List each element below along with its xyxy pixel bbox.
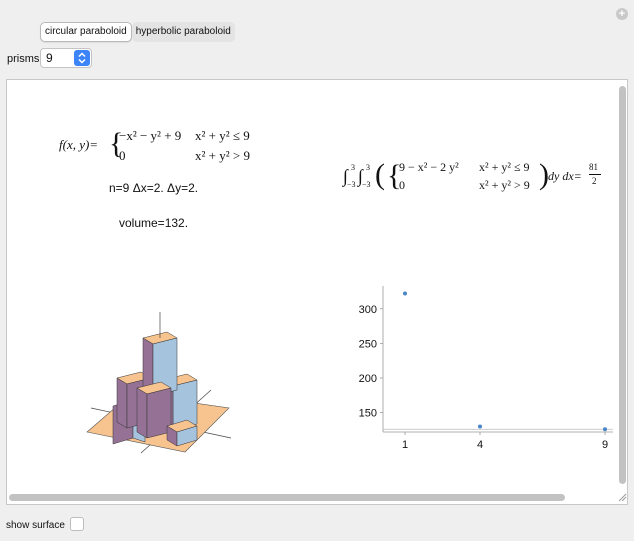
resize-handle-icon[interactable] — [617, 492, 627, 502]
chevron-updown-icon — [74, 50, 90, 66]
prism-3d-plot[interactable] — [81, 298, 241, 458]
function-lhs: f(x, y)= — [59, 137, 99, 152]
horizontal-scrollbar[interactable] — [9, 494, 565, 501]
show-surface-label: show surface — [6, 520, 65, 531]
data-point — [403, 291, 407, 296]
output-panel: f(x, y)= { −x² − y² + 9 x² + y² ≤ 9 0 x²… — [6, 79, 628, 505]
y-tick-label: 300 — [359, 304, 377, 316]
show-surface-checkbox[interactable] — [70, 517, 84, 531]
case1-expr: −x² − y² + 9 — [119, 128, 182, 143]
fraction-bar — [589, 174, 601, 175]
y-tick-label: 150 — [359, 408, 377, 420]
chart-layer: 150 200 250 300 1 4 9 — [359, 286, 613, 451]
parameters-text: n=9 Δx=2. Δy=2. — [109, 181, 199, 195]
integral-result-numerator: 81 — [589, 162, 598, 172]
integral-result-denominator: 2 — [592, 176, 597, 186]
case2-cond: x² + y² > 9 — [195, 148, 250, 163]
x-tick-label: 9 — [602, 439, 608, 451]
y-tick-label: 250 — [359, 338, 377, 350]
prisms-value: 9 — [46, 51, 53, 65]
integral-upper-2: 3 — [366, 163, 370, 172]
prism — [136, 387, 148, 439]
integral-upper-1: 3 — [351, 163, 355, 172]
plus-icon[interactable]: + — [616, 8, 628, 20]
data-point — [478, 424, 482, 429]
integral-lower-1: −3 — [347, 180, 356, 189]
y-tick-label: 200 — [359, 373, 377, 385]
integral-differential: dy dx= — [548, 169, 582, 183]
integral-case2-expr: 0 — [399, 178, 405, 192]
surface-type-selector: circular paraboloid hyperbolic paraboloi… — [40, 22, 235, 42]
prism — [116, 377, 128, 429]
prisms-select[interactable]: 9 — [40, 48, 92, 68]
integral-case1-expr: 9 − x² − 2 y² — [399, 160, 459, 174]
volume-scatter-plot: 150 200 250 300 1 4 9 — [359, 286, 613, 451]
data-point — [603, 427, 607, 432]
x-tick-label: 1 — [402, 439, 408, 451]
integral-case1-cond: x² + y² ≤ 9 — [479, 160, 530, 174]
left-paren-icon: ( — [375, 158, 385, 191]
tab-hyperbolic-paraboloid[interactable]: hyperbolic paraboloid — [131, 22, 235, 42]
case1-cond: x² + y² ≤ 9 — [195, 128, 250, 143]
case2-expr: 0 — [119, 148, 126, 163]
vertical-scrollbar[interactable] — [619, 86, 626, 484]
integral-case2-cond: x² + y² > 9 — [479, 178, 530, 192]
prisms-label: prisms — [7, 53, 40, 65]
volume-text: volume=132. — [119, 216, 189, 230]
x-tick-label: 4 — [477, 439, 483, 451]
tab-circular-paraboloid[interactable]: circular paraboloid — [40, 22, 132, 42]
integral-lower-2: −3 — [362, 180, 371, 189]
